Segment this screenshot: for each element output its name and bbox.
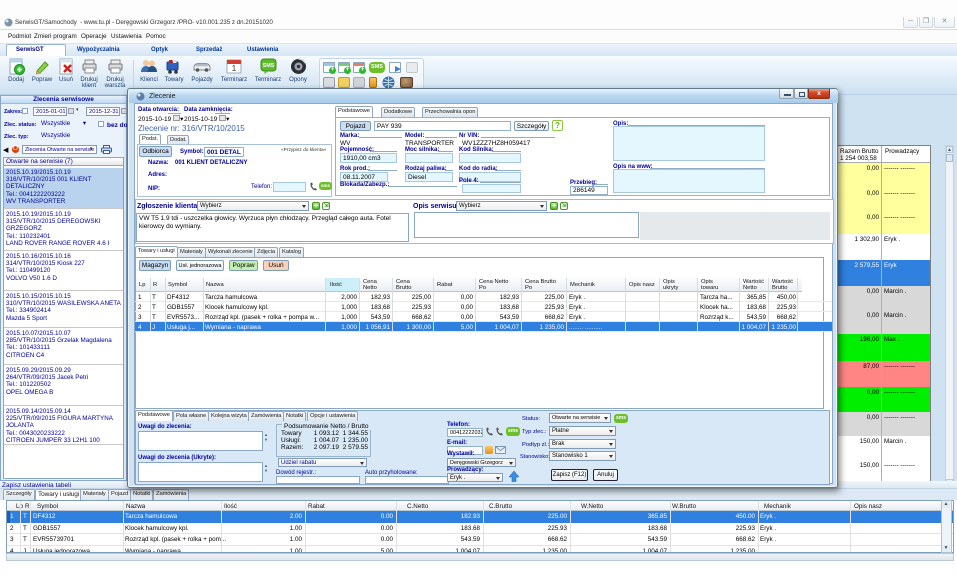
svg-text:SMS: SMS [262,63,274,69]
svg-text:1: 1 [232,64,237,73]
